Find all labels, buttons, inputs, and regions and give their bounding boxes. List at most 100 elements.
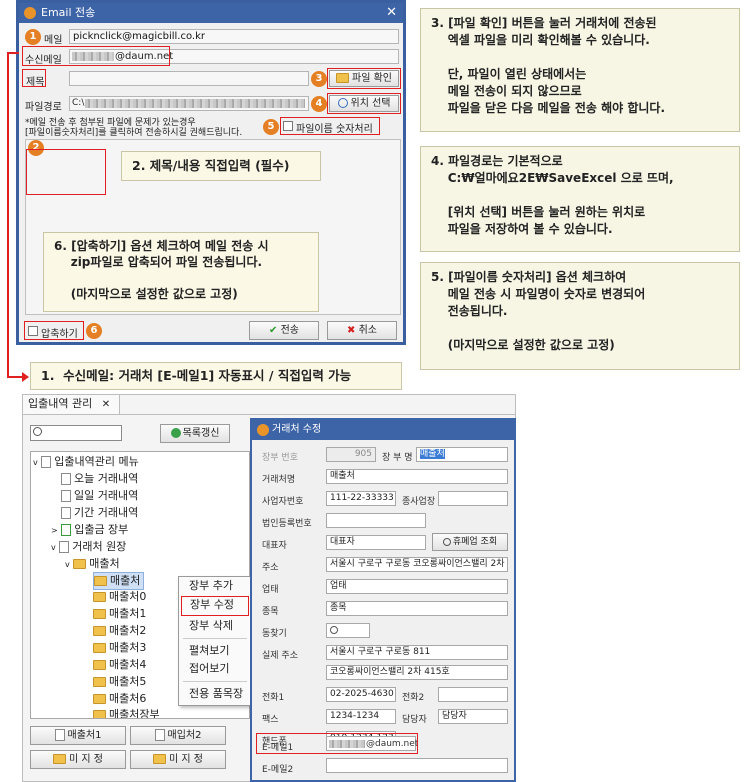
folder-icon (93, 694, 106, 704)
rep-field[interactable]: 대표자 (326, 535, 426, 550)
ledger-name-field[interactable]: 매출처 (416, 447, 508, 462)
close-icon[interactable]: ✕ (386, 3, 397, 23)
menu-delete-ledger[interactable]: 장부 삭제 (179, 617, 251, 635)
address-field[interactable]: 서울시 구로구 구로동 코오롱싸이언스밸리 2차 4 (326, 557, 508, 572)
phone2-label: 전화2 (402, 693, 425, 703)
email2-field[interactable] (326, 758, 508, 773)
tree-period[interactable]: 기간 거래내역 (61, 505, 138, 521)
bottom-button-unassigned[interactable]: 미 지 정 (30, 750, 126, 769)
blurred-filepath (85, 99, 305, 108)
item-field[interactable]: 종목 (326, 601, 508, 616)
badge-5: 5 (263, 119, 279, 135)
address-label: 주소 (262, 563, 279, 573)
sync-field[interactable] (326, 623, 370, 638)
ledger-no-label: 장부 번호 (262, 453, 298, 463)
send-button[interactable]: ✔ 전송 (249, 321, 319, 340)
tree-item[interactable]: 매출처5 (93, 674, 146, 690)
tree-group[interactable]: v 매출처 (65, 556, 120, 573)
email1-highlight (256, 733, 418, 754)
ledger-name-label: 장 부 명 (382, 453, 413, 463)
search-input[interactable] (30, 425, 122, 441)
chevron-right-icon: > (51, 526, 58, 535)
note-filename-number: 5. [파일이름 숫자처리] 옵션 체크하여 메일 전송 시 파일명이 숫자로 … (420, 262, 740, 370)
real-address-detail-field[interactable]: 코오롱싸이언스밸리 2차 415호 (326, 665, 508, 680)
corp-no-label: 법인등록번호 (262, 519, 312, 529)
real-address-label: 실제 주소 (262, 651, 298, 661)
tree-root[interactable]: v 입출내역관리 메뉴 (33, 454, 139, 471)
tree-item[interactable]: 매출처4 (93, 657, 146, 673)
corp-no-field[interactable] (326, 513, 426, 528)
tree-item[interactable]: 매출처3 (93, 640, 146, 656)
real-address-field[interactable]: 서울시 구로구 구로동 811 (326, 645, 508, 660)
tree-item[interactable]: 매출처1 (93, 606, 146, 622)
tree-client-ledger[interactable]: v 거래처 원장 (51, 539, 126, 556)
compress-highlight (24, 321, 84, 340)
tab-ledger-management[interactable]: 입출내역 관리 ✕ (22, 394, 120, 414)
phone1-field[interactable]: 02-2025-4630 (326, 687, 396, 702)
folder-icon (93, 710, 106, 718)
filename-number-highlight (280, 117, 380, 135)
email-dialog: Email 전송 ✕ 1 메일 picknclick@magicbill.co.… (16, 0, 406, 345)
menu-collapse[interactable]: 접어보기 (179, 660, 251, 678)
badge-1: 1 (25, 29, 41, 45)
tree-daily[interactable]: 일일 거래내역 (61, 488, 138, 504)
chevron-down-icon: v (65, 560, 70, 569)
chevron-down-icon: v (33, 458, 38, 467)
bottom-button-purchase[interactable]: 매입처2 (130, 726, 226, 745)
rep-label: 대표자 (262, 541, 287, 551)
refresh-list-button[interactable]: 목록갱신 (160, 424, 230, 443)
context-menu: 장부 추가 장부 수정 장부 삭제 펼쳐보기 접어보기 전용 품목장 (178, 576, 252, 706)
document-icon (61, 490, 71, 502)
client-name-field[interactable]: 매출처 (326, 469, 508, 484)
x-icon: ✖ (347, 325, 356, 336)
bottom-button-sales[interactable]: 매출처1 (30, 726, 126, 745)
menu-item-book[interactable]: 전용 품목장 (179, 685, 251, 703)
folder-icon (73, 559, 87, 569)
biz-no-field[interactable]: 111-22-33333 (326, 491, 396, 506)
tree-item[interactable]: 매출처0 (93, 589, 146, 605)
sync-label: 동찾기 (262, 629, 287, 639)
tab-close-icon[interactable]: ✕ (102, 399, 110, 410)
callout-compress: 6. [압축하기] 옵션 체크하여 메일 전송 시 zip파일로 압축되어 파일… (43, 232, 319, 312)
tree-item-selected[interactable]: 매출처 (93, 572, 145, 590)
tree-item[interactable]: 매출처장부 (93, 707, 160, 718)
callout-subject: 2. 제목/내용 직접입력 (필수) (121, 151, 321, 181)
menu-divider (183, 681, 247, 682)
fax-field[interactable]: 1234-1234 (326, 709, 396, 724)
tree-item[interactable]: 매출처6 (93, 691, 146, 707)
menu-add-ledger[interactable]: 장부 추가 (179, 577, 251, 595)
document-icon (59, 541, 70, 553)
biz-type-field[interactable]: 업태 (326, 579, 508, 594)
email-app-icon (24, 7, 36, 19)
badge-3: 3 (311, 71, 327, 87)
client-edit-titlebar: 거래처 수정 (252, 420, 514, 440)
bottom-button-unassigned[interactable]: 미 지 정 (130, 750, 226, 769)
client-app-icon (257, 424, 269, 436)
tree-ledger[interactable]: > 입출금 장부 (51, 522, 128, 539)
cancel-button[interactable]: ✖ 취소 (327, 321, 397, 340)
closure-check-button[interactable]: 휴폐업 조회 (432, 533, 508, 551)
tree-today[interactable]: 오늘 거래내역 (61, 471, 138, 487)
branch-field[interactable] (438, 491, 508, 506)
item-label: 종목 (262, 607, 279, 617)
folder-icon (53, 754, 67, 764)
folder-icon (93, 592, 106, 602)
document-icon (41, 456, 52, 468)
sender-mail-field[interactable]: picknclick@magicbill.co.kr (69, 29, 399, 44)
tree-item[interactable]: 매출처2 (93, 623, 146, 639)
phone2-field[interactable] (438, 687, 508, 702)
tab-divider (22, 414, 516, 415)
folder-icon (93, 677, 106, 687)
filepath-label: 파일경로 (25, 102, 62, 113)
menu-expand[interactable]: 펼쳐보기 (179, 642, 251, 660)
manager-field[interactable]: 담당자 (438, 709, 508, 724)
document-icon (154, 729, 165, 741)
filepath-prefix: C:\ (72, 98, 85, 108)
menu-divider (183, 638, 247, 639)
search-icon (330, 626, 338, 634)
notice-line-1: *메일 전송 후 첨부된 파일에 문제가 있는경우 (25, 118, 196, 128)
ledger-icon (61, 524, 72, 536)
menu-edit-ledger[interactable]: 장부 수정 (181, 596, 249, 616)
search-icon (442, 537, 451, 546)
subject-input[interactable] (69, 71, 309, 86)
